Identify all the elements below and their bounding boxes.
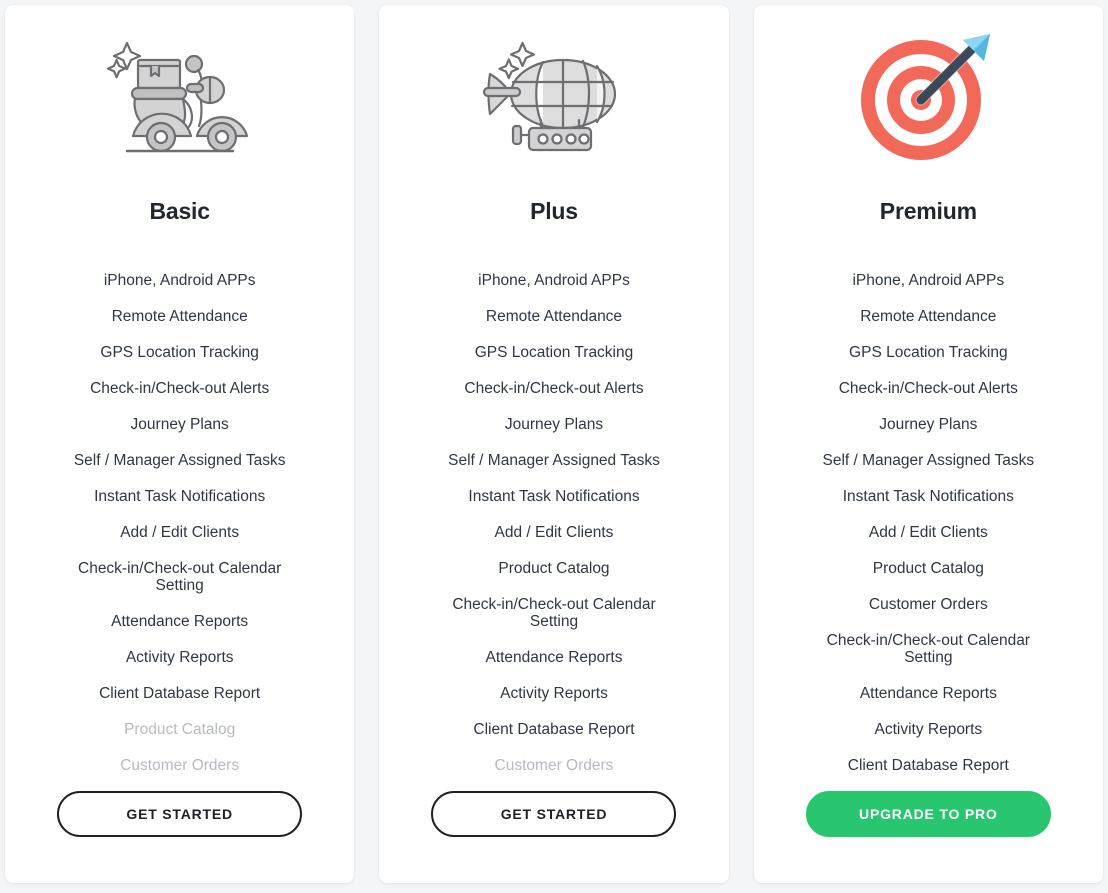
upgrade-to-pro-button[interactable]: UPGRADE TO PRO: [805, 791, 1051, 837]
feature-item: Product Catalog: [498, 559, 610, 577]
zeppelin-icon: [482, 41, 617, 151]
target-arrow-icon: [861, 34, 991, 160]
plan-card-premium: Premium iPhone, Android APPs Remote Attend…: [753, 5, 1103, 883]
feature-item: Attendance Reports: [111, 613, 249, 631]
feature-item: Check-in/Check-out Alerts: [464, 380, 644, 398]
feature-item: iPhone, Android APPs: [478, 272, 630, 290]
feature-item: Client Database Report: [847, 757, 1009, 775]
get-started-button[interactable]: GET STARTED: [431, 791, 677, 837]
feature-item: Check-in/Check-out Calendar Setting: [78, 559, 282, 595]
feature-item: Product Catalog: [872, 559, 984, 577]
plan-title: Premium: [879, 198, 977, 224]
feature-item: GPS Location Tracking: [474, 344, 634, 362]
plan-title: Plus: [530, 198, 578, 224]
feature-item: Add / Edit Clients: [868, 523, 988, 541]
feature-item: Self / Manager Assigned Tasks: [448, 452, 660, 470]
scooter-icon: [106, 41, 248, 152]
cta-wrapper: GET STARTED: [391, 791, 716, 837]
feature-item: Check-in/Check-out Alerts: [90, 380, 270, 398]
feature-item-disabled: Product Catalog: [124, 721, 236, 739]
get-started-button[interactable]: GET STARTED: [57, 791, 303, 837]
feature-item: Attendance Reports: [859, 685, 997, 703]
feature-item: Client Database Report: [473, 721, 635, 739]
feature-item: Remote Attendance: [111, 308, 248, 326]
feature-item: GPS Location Tracking: [100, 344, 259, 362]
pricing-plans-grid: Basic iPhone, Android APPs Remote Attendan…: [0, 0, 1108, 893]
feature-list: iPhone, Android APPs Remote Attendance GPS…: [17, 263, 342, 784]
feature-item-disabled: Customer Orders: [120, 757, 240, 775]
feature-item: Check-in/Check-out Calendar Setting: [826, 631, 1030, 667]
feature-item: Self / Manager Assigned Tasks: [822, 452, 1035, 470]
feature-item: Add / Edit Clients: [494, 523, 614, 541]
plan-icon-wrapper: [17, 5, 342, 190]
feature-item: Activity Reports: [874, 721, 983, 739]
feature-item: Remote Attendance: [485, 308, 623, 326]
feature-item: Activity Reports: [500, 685, 608, 703]
feature-item: Self / Manager Assigned Tasks: [73, 452, 286, 470]
feature-list: iPhone, Android APPs Remote Attendance GPS…: [766, 263, 1091, 784]
feature-item: Journey Plans: [504, 416, 604, 434]
feature-item: iPhone, Android APPs: [852, 272, 1005, 290]
feature-item-disabled: Customer Orders: [494, 757, 614, 775]
feature-item: Journey Plans: [130, 416, 229, 434]
plan-icon-wrapper: [391, 5, 716, 190]
plan-title: Basic: [149, 198, 210, 224]
feature-item: Check-in/Check-out Calendar Setting: [452, 595, 656, 631]
feature-item: Client Database Report: [99, 685, 261, 703]
plan-card-plus: Plus iPhone, Android APPs Remote Attendanc…: [379, 5, 729, 883]
plan-icon-wrapper: [766, 5, 1091, 190]
cta-wrapper: UPGRADE TO PRO: [766, 791, 1091, 837]
feature-item: Attendance Reports: [485, 649, 623, 667]
feature-item: Journey Plans: [879, 416, 978, 434]
feature-item: Check-in/Check-out Alerts: [838, 380, 1018, 398]
feature-list: iPhone, Android APPs Remote Attendance GPS…: [391, 263, 716, 784]
feature-item: Add / Edit Clients: [120, 523, 240, 541]
feature-item: Instant Task Notifications: [468, 488, 640, 506]
feature-item: GPS Location Tracking: [849, 344, 1008, 362]
feature-item: Remote Attendance: [860, 308, 997, 326]
feature-item: Customer Orders: [868, 595, 988, 613]
feature-item: Activity Reports: [125, 649, 234, 667]
feature-item: iPhone, Android APPs: [103, 272, 256, 290]
feature-item: Instant Task Notifications: [842, 488, 1014, 506]
feature-item: Instant Task Notifications: [94, 488, 266, 506]
cta-wrapper: GET STARTED: [17, 791, 342, 837]
plan-card-basic: Basic iPhone, Android APPs Remote Attendan…: [5, 5, 355, 883]
